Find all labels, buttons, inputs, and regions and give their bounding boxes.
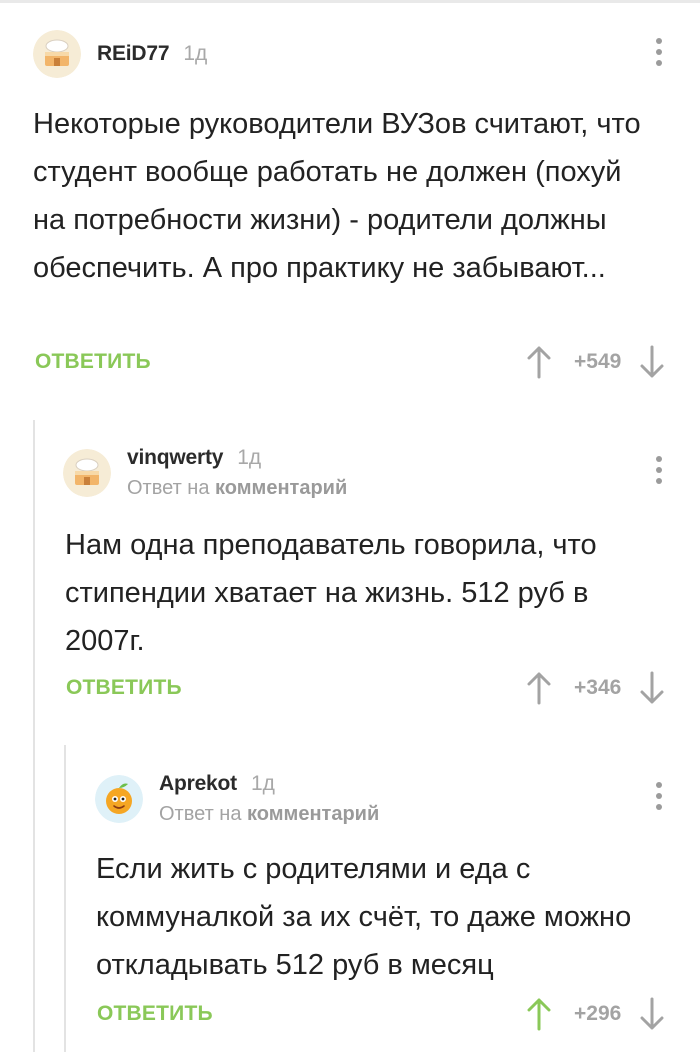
upvote-arrow-icon[interactable] [526,671,552,705]
apricot-character-icon[interactable] [95,775,143,823]
downvote-arrow-icon[interactable] [639,345,665,379]
upvote-arrow-icon[interactable] [526,345,552,379]
top-divider [0,0,700,3]
comment-meta: vinqwerty 1д Ответ на комментарий [127,446,347,500]
username[interactable]: vinqwerty [127,446,223,470]
comment-text: Некоторые руководители ВУЗов считают, чт… [33,108,641,284]
comment-actions: ОТВЕТИТЬ [66,676,182,700]
comment-text: Если жить с родителями и еда с коммуналк… [96,853,632,981]
thread-line [64,745,66,1052]
more-options-icon[interactable] [655,38,663,71]
comment-age: 1д [237,446,262,469]
reply-to-link[interactable]: комментарий [215,477,347,499]
comment-meta: Aprekot 1д Ответ на комментарий [159,772,379,826]
comment-text: Нам одна преподаватель говорила, что сти… [65,529,597,657]
comment-age: 1д [183,42,208,65]
reply-to-line: Ответ на комментарий [159,803,379,826]
rating-score: +296 [574,1002,622,1025]
comment-header: Aprekot 1д Ответ на комментарий [95,772,379,826]
cake-house-icon[interactable] [33,30,81,78]
comment-header: vinqwerty 1д Ответ на комментарий [63,446,347,500]
rating-block: +346 [526,671,665,705]
reply-button[interactable]: ОТВЕТИТЬ [35,350,151,374]
rating-score: +346 [574,676,622,699]
comment-actions: ОТВЕТИТЬ [35,350,151,374]
rating-block: +296 [526,997,665,1031]
reply-button[interactable]: ОТВЕТИТЬ [97,1002,213,1026]
upvote-arrow-icon[interactable] [526,997,552,1031]
reply-to-prefix: Ответ на [159,803,242,825]
comment-age: 1д [250,772,275,795]
thread-line [33,420,35,1052]
username[interactable]: Aprekot [159,772,237,796]
more-options-icon[interactable] [655,782,663,815]
downvote-arrow-icon[interactable] [639,997,665,1031]
rating-block: +549 [526,345,665,379]
downvote-arrow-icon[interactable] [639,671,665,705]
rating-score: +549 [574,350,622,373]
reply-to-line: Ответ на комментарий [127,477,347,500]
more-options-icon[interactable] [655,456,663,489]
comment-actions: ОТВЕТИТЬ [97,1002,213,1026]
reply-to-link[interactable]: комментарий [247,803,379,825]
reply-to-prefix: Ответ на [127,477,210,499]
reply-button[interactable]: ОТВЕТИТЬ [66,676,182,700]
comment-header: REiD77 1д [33,30,207,78]
username[interactable]: REiD77 [97,42,170,66]
cake-house-icon[interactable] [63,449,111,497]
comment-meta: REiD77 1д [97,42,207,66]
